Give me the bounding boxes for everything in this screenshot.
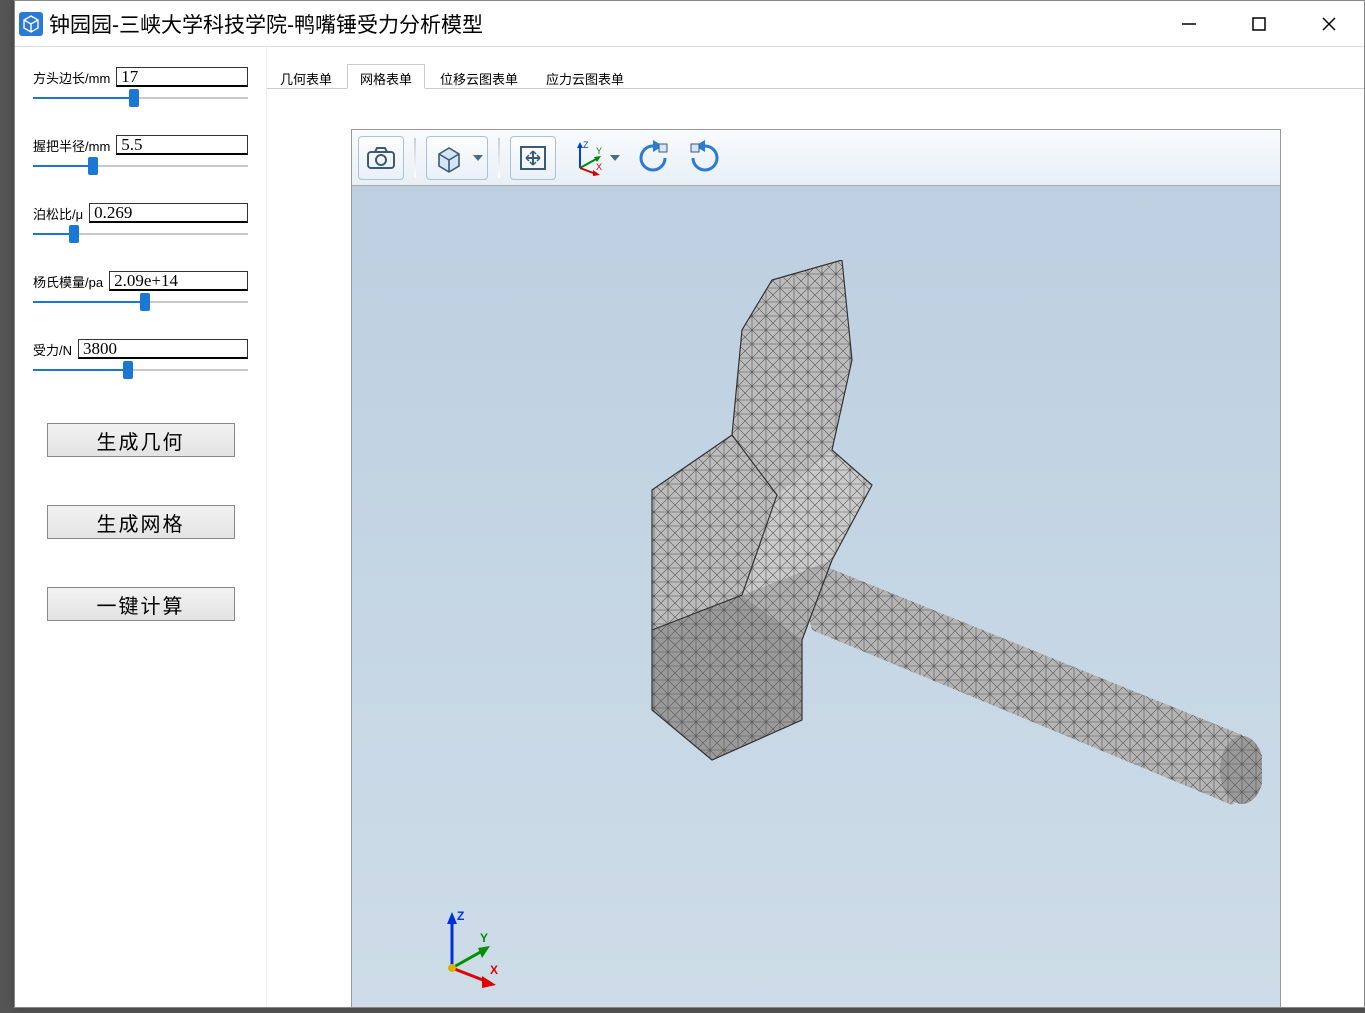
close-button[interactable] — [1294, 1, 1364, 47]
param-input-grip-radius[interactable] — [116, 135, 248, 155]
tab-geometry[interactable]: 几何表单 — [267, 64, 345, 89]
maximize-icon — [1251, 16, 1267, 32]
svg-text:Y: Y — [480, 931, 488, 945]
slider-youngs[interactable] — [33, 295, 248, 309]
app-window: 钟园园-三峡大学科技学院-鸭嘴锤受力分析模型 方头边长/mm — [14, 0, 1365, 1008]
param-input-youngs[interactable] — [109, 271, 248, 291]
axis-icon: Z Y X — [568, 140, 606, 176]
tab-displacement[interactable]: 位移云图表单 — [427, 64, 531, 89]
hammer-mesh-model — [542, 260, 1262, 820]
viewport-container: Z Y X — [267, 89, 1364, 1007]
param-poisson: 泊松比/μ — [33, 203, 248, 241]
tabs: 几何表单 网格表单 位移云图表单 应力云图表单 — [267, 47, 1364, 89]
fit-icon — [518, 144, 548, 172]
sidebar: 方头边长/mm 握把半径/mm — [15, 47, 267, 1007]
svg-text:X: X — [490, 963, 498, 977]
slider-grip-radius[interactable] — [33, 159, 248, 173]
minimize-button[interactable] — [1154, 1, 1224, 47]
content: 方头边长/mm 握把半径/mm — [15, 47, 1364, 1007]
separator — [498, 138, 500, 178]
param-input-force[interactable] — [78, 339, 248, 359]
generate-mesh-button[interactable]: 生成网格 — [47, 505, 235, 539]
close-icon — [1320, 15, 1338, 33]
3d-viewport[interactable]: Z Y X — [351, 129, 1281, 1007]
svg-text:Y: Y — [596, 146, 602, 156]
camera-icon — [366, 146, 396, 170]
svg-text:X: X — [596, 162, 602, 172]
generate-geometry-button[interactable]: 生成几何 — [47, 423, 235, 457]
rotate-ccw-button[interactable] — [630, 136, 676, 180]
param-grip-radius: 握把半径/mm — [33, 135, 248, 173]
chevron-down-icon — [610, 155, 620, 161]
window-title: 钟园园-三峡大学科技学院-鸭嘴锤受力分析模型 — [49, 9, 1154, 39]
svg-text:Z: Z — [583, 140, 589, 150]
slider-head-edge[interactable] — [33, 91, 248, 105]
fit-view-button[interactable] — [510, 136, 556, 180]
tab-stress[interactable]: 应力云图表单 — [533, 64, 637, 89]
titlebar: 钟园园-三峡大学科技学院-鸭嘴锤受力分析模型 — [15, 1, 1364, 47]
tab-mesh[interactable]: 网格表单 — [347, 64, 425, 89]
axis-triad: Z Y X — [432, 908, 512, 988]
screenshot-button[interactable] — [358, 136, 404, 180]
svg-text:Z: Z — [457, 909, 464, 923]
param-label: 握把半径/mm — [33, 136, 110, 155]
separator — [414, 138, 416, 178]
param-input-head-edge[interactable] — [116, 67, 248, 87]
viewport-toolbar: Z Y X — [352, 130, 1280, 186]
param-label: 杨氏模量/pa — [33, 272, 103, 291]
window-controls — [1154, 1, 1364, 46]
slider-poisson[interactable] — [33, 227, 248, 241]
main-area: 几何表单 网格表单 位移云图表单 应力云图表单 — [267, 47, 1364, 1007]
cube-view-icon — [433, 142, 465, 174]
calculate-button[interactable]: 一键计算 — [47, 587, 235, 621]
param-head-edge: 方头边长/mm — [33, 67, 248, 105]
param-label: 泊松比/μ — [33, 204, 83, 223]
maximize-button[interactable] — [1224, 1, 1294, 47]
param-label: 受力/N — [33, 340, 72, 359]
param-force: 受力/N — [33, 339, 248, 377]
rotate-cw-icon — [687, 140, 723, 176]
minimize-icon — [1180, 15, 1198, 33]
chevron-down-icon — [473, 155, 483, 161]
param-label: 方头边长/mm — [33, 68, 110, 87]
param-youngs: 杨氏模量/pa — [33, 271, 248, 309]
rotate-cw-button[interactable] — [682, 136, 728, 180]
app-icon — [19, 12, 43, 36]
rotate-ccw-icon — [635, 140, 671, 176]
param-input-poisson[interactable] — [89, 203, 248, 223]
axis-orientation-button[interactable]: Z Y X — [562, 136, 624, 180]
slider-force[interactable] — [33, 363, 248, 377]
view-orientation-button[interactable] — [426, 136, 488, 180]
